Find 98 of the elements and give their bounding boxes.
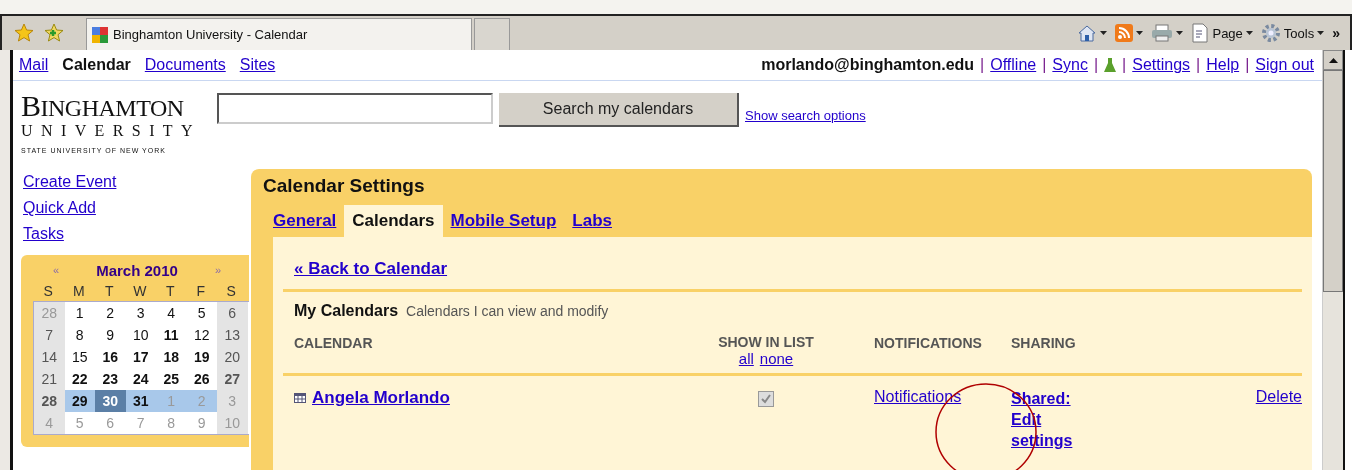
sidebar-link[interactable]: Create Event xyxy=(23,169,117,195)
calendar-day[interactable]: 15 xyxy=(64,346,95,368)
caret-icon[interactable] xyxy=(1317,31,1325,35)
search-options-link[interactable]: Show search options xyxy=(745,108,866,123)
settings-tab[interactable]: Mobile Setup xyxy=(442,205,565,237)
add-favorite-icon[interactable] xyxy=(44,23,64,43)
calendar-day[interactable]: 7 xyxy=(34,324,65,346)
calendar-day[interactable]: 28 xyxy=(34,390,65,412)
separator: | xyxy=(1245,56,1250,74)
weekday-label: M xyxy=(71,283,86,299)
calendar-day[interactable]: 10 xyxy=(125,324,156,346)
separator: | xyxy=(980,56,985,74)
overflow-chevron[interactable]: » xyxy=(1332,25,1340,41)
weekday-label: F xyxy=(195,283,207,299)
calendar-day[interactable]: 20 xyxy=(217,346,248,368)
weekday-label: T xyxy=(103,283,115,299)
command-label[interactable]: Page xyxy=(1212,25,1243,41)
separator: | xyxy=(1042,56,1047,74)
weekday-label: W xyxy=(132,283,148,299)
weekday-label: T xyxy=(164,283,176,299)
settings-tab[interactable]: Calendars xyxy=(344,205,443,237)
calendar-day[interactable]: 17 xyxy=(125,346,156,368)
settings-tab[interactable]: General xyxy=(265,205,345,237)
settings-title: Calendar Settings xyxy=(262,175,426,198)
account-link[interactable]: Settings xyxy=(1132,56,1191,74)
flask-icon[interactable] xyxy=(1104,57,1117,73)
calendar-day[interactable]: 24 xyxy=(125,368,156,390)
calendar-day[interactable]: 31 xyxy=(125,390,156,412)
calendar-day[interactable]: 25 xyxy=(156,368,187,390)
gear-icon[interactable] xyxy=(1260,23,1281,43)
calendar-day[interactable]: 21 xyxy=(34,368,65,390)
column-header: SHOW IN LIST xyxy=(718,334,814,350)
calendar-day[interactable]: 6 xyxy=(217,302,248,324)
account-link[interactable]: Sync xyxy=(1052,56,1088,74)
user-email: morlando@binghamton.edu xyxy=(761,56,975,74)
column-header: NOTIFICATIONS xyxy=(874,335,982,351)
sidebar-link[interactable]: Quick Add xyxy=(23,195,96,221)
calendar-day[interactable]: 9 xyxy=(95,324,126,346)
calendar-day[interactable]: 26 xyxy=(186,368,217,390)
calendar-day[interactable]: 29 xyxy=(64,390,95,412)
account-link[interactable]: Help xyxy=(1206,56,1240,74)
calendar-day[interactable]: 30 xyxy=(95,390,126,412)
app-link[interactable]: Documents xyxy=(144,56,226,74)
show-toggle-link[interactable]: all xyxy=(738,350,754,367)
calendar-day[interactable]: 1 xyxy=(64,302,95,324)
app-link[interactable]: Sites xyxy=(239,56,276,74)
caret-icon[interactable] xyxy=(1136,31,1144,35)
column-header: CALENDAR xyxy=(294,335,373,351)
sidebar-link[interactable]: Tasks xyxy=(23,221,64,247)
caret-icon[interactable] xyxy=(1176,31,1184,35)
search-button[interactable]: Search my calendars xyxy=(499,93,739,127)
calendar-day[interactable]: 27 xyxy=(217,368,248,390)
logo-subtitle: UNIVERSITY xyxy=(21,121,202,141)
settings-tab[interactable]: Labs xyxy=(564,205,620,237)
command-label[interactable]: Tools xyxy=(1283,25,1315,41)
logo-name: BINGHAMTON xyxy=(21,93,185,121)
calendar-day[interactable]: 11 xyxy=(156,324,187,346)
search-field[interactable] xyxy=(217,93,493,124)
calendar-day[interactable]: 23 xyxy=(95,368,126,390)
browser-tab[interactable]: Binghamton University - Calendar xyxy=(86,18,472,50)
separator: | xyxy=(1196,56,1201,74)
scrollbar-thumb[interactable] xyxy=(1323,70,1343,292)
weekday-label: S xyxy=(225,283,237,299)
separator: | xyxy=(1093,56,1099,74)
calendar-day[interactable]: 8 xyxy=(64,324,95,346)
caret-icon[interactable] xyxy=(1100,31,1108,35)
new-tab-button[interactable] xyxy=(474,18,510,50)
scroll-up-button[interactable] xyxy=(1323,50,1343,70)
app-link[interactable]: Mail xyxy=(19,56,49,74)
calendar-day[interactable]: 19 xyxy=(186,346,217,368)
weekday-label: S xyxy=(42,283,54,299)
calendar-day[interactable]: 18 xyxy=(156,346,187,368)
calendar-day[interactable]: 16 xyxy=(95,346,126,368)
account-link[interactable]: Offline xyxy=(990,56,1037,74)
app-link[interactable]: Calendar xyxy=(62,56,131,74)
column-header: SHARING xyxy=(1011,335,1076,351)
favicon-icon xyxy=(91,25,109,44)
month-title: March 2010 xyxy=(96,261,178,279)
calendar-day[interactable]: 14 xyxy=(34,346,65,368)
calendar-day[interactable]: 5 xyxy=(186,302,217,324)
section-title: My Calendars xyxy=(294,302,399,320)
calendar-day[interactable]: 12 xyxy=(186,324,217,346)
calendar-day[interactable]: 22 xyxy=(64,368,95,390)
calendar-day[interactable]: 3 xyxy=(125,302,156,324)
page-icon[interactable] xyxy=(1191,23,1210,43)
up-arrow-icon xyxy=(1328,57,1338,63)
account-link[interactable]: Sign out xyxy=(1255,56,1314,74)
back-link[interactable]: « Back to Calendar xyxy=(294,259,448,279)
calendar-grid-icon xyxy=(294,393,306,403)
calendar-day[interactable]: 13 xyxy=(217,324,248,346)
caret-icon[interactable] xyxy=(1245,31,1253,35)
separator: | xyxy=(1122,56,1127,74)
show-toggle-link[interactable]: none xyxy=(759,350,794,367)
calendar-day[interactable]: 2 xyxy=(95,302,126,324)
section-subtitle: Calendars I can view and modify xyxy=(406,303,609,319)
calendar-day[interactable]: 4 xyxy=(156,302,187,324)
home-icon[interactable] xyxy=(1077,23,1098,43)
favorites-star-icon[interactable] xyxy=(14,23,34,43)
